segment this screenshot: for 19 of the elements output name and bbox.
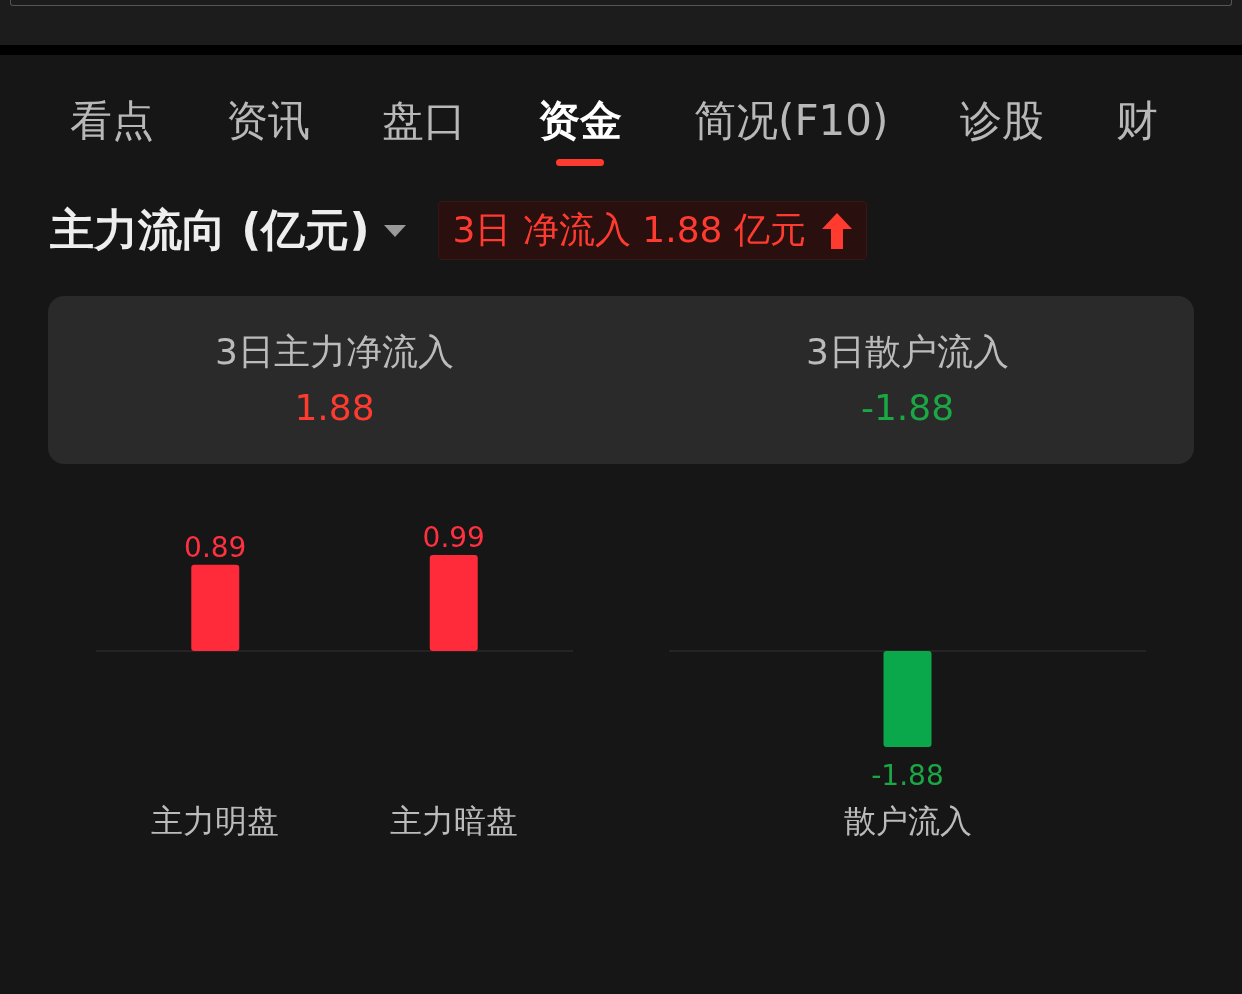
bar-category: 主力暗盘	[389, 802, 518, 840]
tab[interactable]: 简况(F10)	[694, 91, 889, 171]
summary-value: 1.88	[294, 387, 375, 428]
tab[interactable]: 资金	[538, 91, 622, 171]
bar-category: 散户流入	[843, 802, 972, 840]
bar-category: 主力明盘	[151, 802, 280, 840]
summary-label: 3日主力净流入	[215, 330, 454, 374]
tab[interactable]: 资讯	[226, 91, 310, 171]
badge-text: 3日 净流入 1.88 亿元	[452, 208, 806, 252]
tab[interactable]: 财	[1116, 91, 1159, 171]
bar-value: 0.99	[422, 521, 485, 554]
section-title: 主力流向 (亿元)	[50, 203, 370, 257]
summary-label: 3日散户流入	[806, 330, 1009, 374]
tab[interactable]: 诊股	[960, 91, 1045, 171]
bar-value: -1.88	[871, 759, 944, 792]
tab[interactable]: 盘口	[382, 91, 466, 171]
summary-value: -1.88	[860, 387, 955, 428]
tab[interactable]: 看点	[70, 91, 154, 171]
bar-value: 0.89	[184, 530, 247, 564]
